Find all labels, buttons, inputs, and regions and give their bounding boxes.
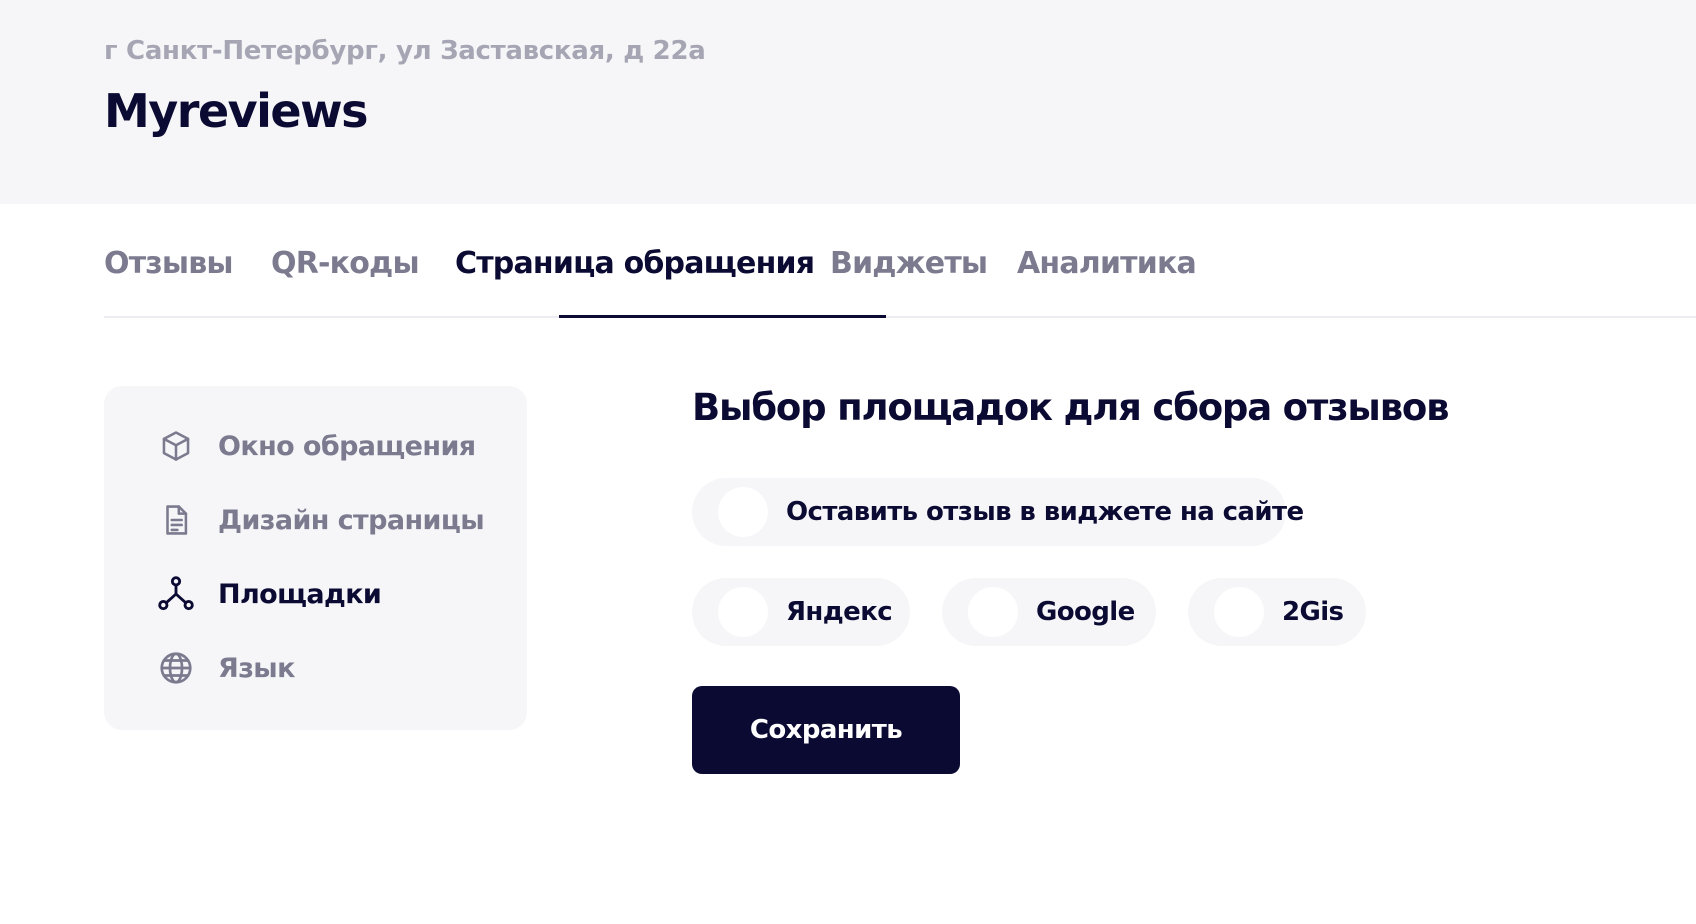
toggle-label: Google xyxy=(1036,597,1135,627)
toggle-knob xyxy=(718,487,768,537)
settings-sidebar: Окно обращения Дизайн страницы Площадки … xyxy=(104,386,527,730)
toggle-widget-review[interactable]: Оставить отзыв в виджете на сайте xyxy=(692,478,1304,546)
sidebar-item-label: Окно обращения xyxy=(218,430,476,462)
company-address: г Санкт-Петербург, ул Заставская, д 22а xyxy=(104,36,706,66)
section-title: Выбор площадок для сбора отзывов xyxy=(692,386,1450,429)
tab-qr-codes[interactable]: QR-коды xyxy=(271,246,420,281)
network-icon xyxy=(156,574,196,614)
globe-icon xyxy=(156,648,196,688)
toggle-label: 2Gis xyxy=(1282,597,1344,627)
company-name: Myreviews xyxy=(104,84,368,138)
active-tab-indicator xyxy=(559,315,886,318)
toggle-label: Яндекс xyxy=(786,597,893,627)
sidebar-item-request-window[interactable]: Окно обращения xyxy=(156,426,476,466)
save-button[interactable]: Сохранить xyxy=(692,686,960,774)
tab-request-page[interactable]: Страница обращения xyxy=(455,246,815,281)
sidebar-item-language[interactable]: Язык xyxy=(156,648,295,688)
toggle-knob xyxy=(1214,587,1264,637)
sidebar-item-label: Площадки xyxy=(218,578,382,610)
tab-reviews[interactable]: Отзывы xyxy=(104,246,234,281)
toggle-yandex[interactable]: Яндекс xyxy=(692,578,910,646)
cube-icon xyxy=(156,426,196,466)
toggle-google[interactable]: Google xyxy=(942,578,1156,646)
toggle-knob xyxy=(968,587,1018,637)
tab-analytics[interactable]: Аналитика xyxy=(1017,246,1197,281)
toggle-knob xyxy=(718,587,768,637)
tab-widgets[interactable]: Виджеты xyxy=(830,246,988,281)
toggle-label: Оставить отзыв в виджете на сайте xyxy=(786,497,1304,527)
tab-bar: Отзывы QR-коды Страница обращения Виджет… xyxy=(104,204,1696,318)
company-header: г Санкт-Петербург, ул Заставская, д 22а … xyxy=(0,0,1696,204)
sidebar-item-label: Дизайн страницы xyxy=(218,504,485,536)
sidebar-item-platforms[interactable]: Площадки xyxy=(156,574,382,614)
sidebar-item-label: Язык xyxy=(218,652,295,684)
document-icon xyxy=(156,500,196,540)
sidebar-item-page-design[interactable]: Дизайн страницы xyxy=(156,500,485,540)
toggle-2gis[interactable]: 2Gis xyxy=(1188,578,1366,646)
